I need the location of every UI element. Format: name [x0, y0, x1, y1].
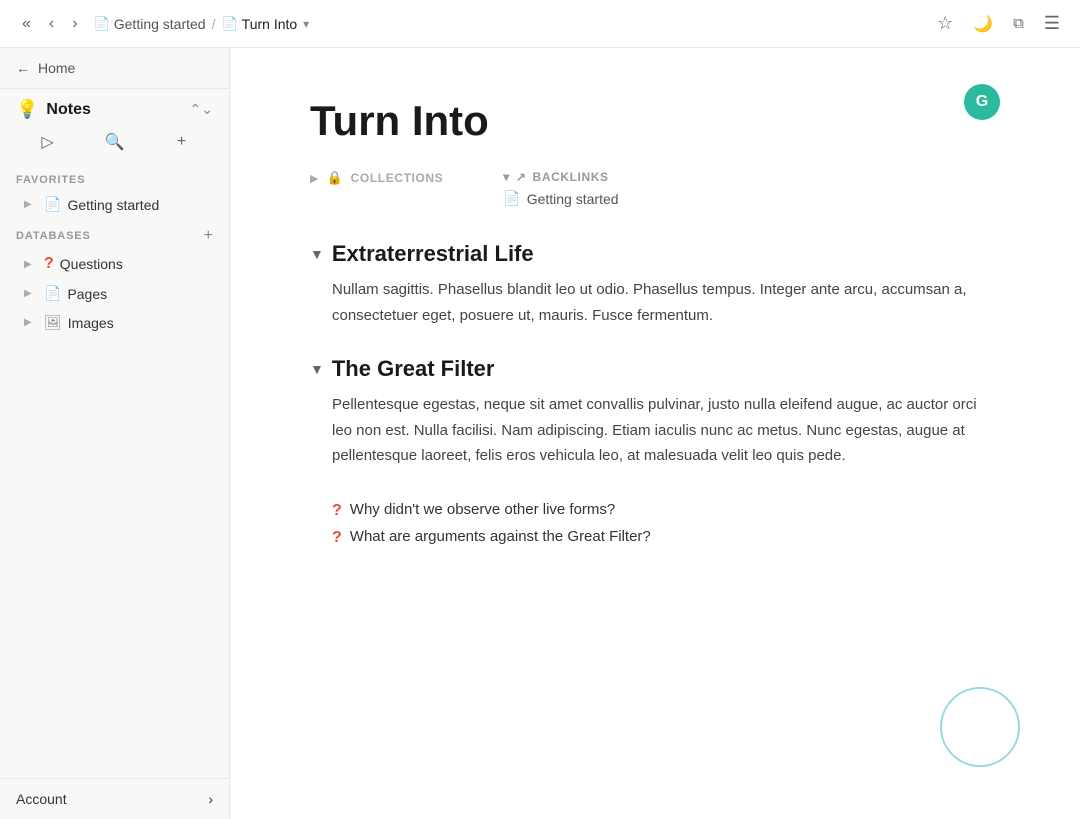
expand-arrow-questions-icon: ▶ [24, 259, 38, 270]
expand-arrow-pages-icon: ▶ [24, 288, 38, 299]
question-item-1[interactable]: ? Why didn't we observe other live forms… [332, 497, 1000, 524]
backlinks-expand-icon: ▾ [503, 170, 510, 184]
section-toggle-great-filter[interactable]: ▼ [310, 361, 324, 377]
dark-mode-button[interactable]: 🌙 [969, 10, 997, 38]
breadcrumb-chevron[interactable]: ▾ [303, 17, 309, 31]
breadcrumb-item-getting-started[interactable]: 📄 Getting started [94, 16, 206, 32]
expand-arrow-images-icon: ▶ [24, 317, 38, 328]
nav-back[interactable]: ‹ [43, 11, 60, 37]
layers-button[interactable]: ⧉ [1009, 11, 1028, 36]
breadcrumb-separator: / [212, 16, 216, 32]
collections-label: COLLECTIONS [351, 171, 444, 185]
sidebar-search-button[interactable]: 🔍 [83, 126, 146, 158]
sidebar-title-text: Notes [46, 101, 90, 119]
section-extraterrestrial: ▼ Extraterrestrial Life Nullam sagittis.… [310, 241, 1000, 328]
pages-icon: 📄 [44, 285, 61, 302]
star-button[interactable]: ☆ [933, 9, 957, 38]
images-icon: 🖼 [44, 314, 62, 331]
page-content: G Turn Into ▶ 🔒 COLLECTIONS ▾ ↗ BACKLINK… [230, 48, 1080, 819]
meta-row: ▶ 🔒 COLLECTIONS ▾ ↗ BACKLINKS 📄 Getting … [310, 170, 1000, 209]
sidebar-item-getting-started-label: Getting started [67, 197, 205, 213]
question-mark-icon: ? [44, 255, 54, 273]
databases-section-row: DATABASES + [0, 219, 229, 249]
backlinks-label: BACKLINKS [533, 170, 609, 184]
doc-icon-current: 📄 [221, 16, 237, 32]
sidebar-title-group: 💡 Notes [16, 99, 91, 120]
section-body-great-filter: Pellentesque egestas, neque sit amet con… [310, 392, 1000, 469]
menu-button[interactable]: ☰ [1040, 9, 1064, 38]
backlinks-external-icon: ↗ [516, 170, 527, 184]
section-title-great-filter: The Great Filter [332, 356, 495, 382]
nav-back-back[interactable]: « [16, 11, 37, 37]
account-label: Account [16, 791, 67, 807]
avatar-letter: G [976, 93, 988, 111]
sidebar-account[interactable]: Account › [0, 778, 229, 819]
sidebar-play-button[interactable]: ▷ [16, 126, 79, 158]
sidebar-item-getting-started[interactable]: ▶ 📄 Getting started [8, 191, 221, 218]
section-great-filter: ▼ The Great Filter Pellentesque egestas,… [310, 356, 1000, 469]
doc-icon: 📄 [94, 16, 110, 32]
nav-buttons: « ‹ › [16, 11, 84, 37]
main-layout: ← Home 💡 Notes ⌃⌄ ▷ 🔍 + FAVORITES ▶ 📄 Ge… [0, 48, 1080, 819]
breadcrumb-item-turn-into[interactable]: 📄 Turn Into [221, 16, 297, 32]
topbar-left: « ‹ › 📄 Getting started / 📄 Turn Into ▾ [16, 11, 309, 37]
question-mark-icon-2: ? [332, 529, 342, 547]
lock-icon: 🔒 [326, 170, 342, 186]
sidebar-home-link[interactable]: ← Home [0, 48, 229, 89]
notes-icon: 💡 [16, 99, 38, 120]
nav-forward[interactable]: › [66, 11, 83, 37]
backlinks-header[interactable]: ▾ ↗ BACKLINKS [503, 170, 618, 184]
sidebar-item-pages[interactable]: ▶ 📄 Pages [8, 280, 221, 307]
sidebar-item-pages-label: Pages [67, 286, 205, 302]
backlink-item-getting-started[interactable]: 📄 Getting started [503, 188, 618, 209]
collections-expand-icon[interactable]: ▶ [310, 172, 318, 185]
breadcrumb: 📄 Getting started / 📄 Turn Into ▾ [94, 16, 310, 32]
expand-arrow-icon: ▶ [24, 199, 38, 210]
sidebar: ← Home 💡 Notes ⌃⌄ ▷ 🔍 + FAVORITES ▶ 📄 Ge… [0, 48, 230, 819]
topbar-right: ☆ 🌙 ⧉ ☰ [933, 9, 1064, 38]
section-heading-extraterrestrial: ▼ Extraterrestrial Life [310, 241, 1000, 267]
section-heading-great-filter: ▼ The Great Filter [310, 356, 1000, 382]
sidebar-item-questions-label: Questions [60, 256, 205, 272]
breadcrumb-label-getting-started: Getting started [114, 16, 206, 32]
section-toggle-extraterrestrial[interactable]: ▼ [310, 246, 324, 262]
backlink-getting-started-label: Getting started [527, 191, 619, 207]
backlink-doc-icon: 📄 [503, 190, 520, 207]
page-title: Turn Into [310, 96, 1000, 146]
databases-add-button[interactable]: + [204, 227, 213, 245]
sidebar-home-label: Home [38, 60, 75, 76]
arrow-left-icon: ← [16, 60, 30, 76]
sidebar-actions: ▷ 🔍 + [0, 126, 229, 166]
question-text-2: What are arguments against the Great Fil… [350, 528, 651, 545]
backlinks-section: ▾ ↗ BACKLINKS 📄 Getting started [503, 170, 618, 209]
section-title-extraterrestrial: Extraterrestrial Life [332, 241, 534, 267]
sidebar-item-images-label: Images [68, 315, 205, 331]
question-item-2[interactable]: ? What are arguments against the Great F… [332, 524, 1000, 551]
collections-section: ▶ 🔒 COLLECTIONS [310, 170, 443, 186]
sidebar-item-questions[interactable]: ▶ ? Questions [8, 250, 221, 278]
sidebar-header: 💡 Notes ⌃⌄ [0, 89, 229, 126]
topbar: « ‹ › 📄 Getting started / 📄 Turn Into ▾ … [0, 0, 1080, 48]
sidebar-item-images[interactable]: ▶ 🖼 Images [8, 309, 221, 336]
databases-section-label: DATABASES [16, 230, 91, 242]
sidebar-sort-toggle[interactable]: ⌃⌄ [190, 101, 213, 118]
favorites-section-label: FAVORITES [0, 166, 229, 190]
question-text-1: Why didn't we observe other live forms? [350, 501, 615, 518]
section-body-extraterrestrial: Nullam sagittis. Phasellus blandit leo u… [310, 277, 1000, 328]
account-chevron-icon: › [208, 791, 213, 807]
question-list: ? Why didn't we observe other live forms… [310, 497, 1000, 551]
question-mark-icon-1: ? [332, 502, 342, 520]
avatar: G [964, 84, 1000, 120]
sidebar-add-button[interactable]: + [150, 127, 213, 157]
breadcrumb-label-turn-into: Turn Into [242, 16, 298, 32]
page-icon: 📄 [44, 196, 61, 213]
cursor-highlight-circle [940, 687, 1020, 767]
